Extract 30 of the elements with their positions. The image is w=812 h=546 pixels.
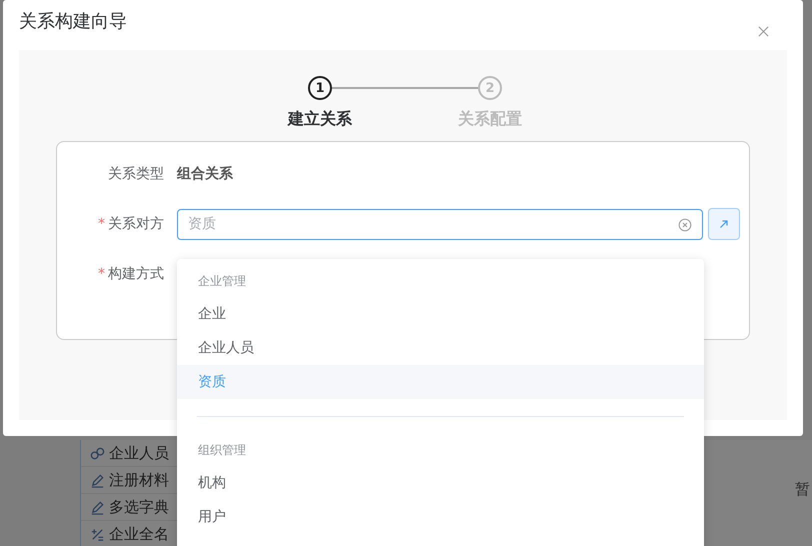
dialog-title: 关系构建向导 xyxy=(19,10,127,33)
row-label: 多选字典 xyxy=(109,498,169,516)
field-label: 关系对方 xyxy=(108,216,164,232)
required-mark: * xyxy=(98,216,105,232)
group-title: 企业管理 xyxy=(197,273,247,290)
arrow-icon xyxy=(718,218,730,230)
row-label: 企业全名 xyxy=(109,524,169,544)
empty-text: 暂 xyxy=(795,480,810,500)
step-number: 1 xyxy=(308,76,332,100)
link-icon xyxy=(90,446,105,460)
step-label[interactable]: 建立关系 xyxy=(288,109,352,130)
dropdown-option[interactable]: 机构 xyxy=(177,466,704,500)
step-number: 2 xyxy=(478,76,502,100)
open-link-button[interactable] xyxy=(708,208,740,240)
dropdown-option[interactable]: 用户 xyxy=(177,500,704,534)
row-label: 企业人员 xyxy=(109,444,169,462)
pencil-icon xyxy=(90,500,105,514)
dropdown-option[interactable]: 企业 xyxy=(177,297,704,331)
close-icon[interactable] xyxy=(758,26,769,37)
clear-icon[interactable] xyxy=(678,218,692,232)
dropdown-option[interactable]: 企业人员 xyxy=(177,331,704,365)
group-title: 组织管理 xyxy=(197,442,247,459)
field-value: 组合关系 xyxy=(177,165,233,183)
field-label: 构建方式 xyxy=(108,266,164,282)
pencil-icon xyxy=(90,472,105,488)
select-field[interactable]: 资质 xyxy=(177,208,703,240)
field-label: 关系类型 xyxy=(108,166,164,182)
required-mark: * xyxy=(98,266,105,282)
formula-icon xyxy=(90,526,105,542)
row-label: 注册材料 xyxy=(109,470,169,490)
